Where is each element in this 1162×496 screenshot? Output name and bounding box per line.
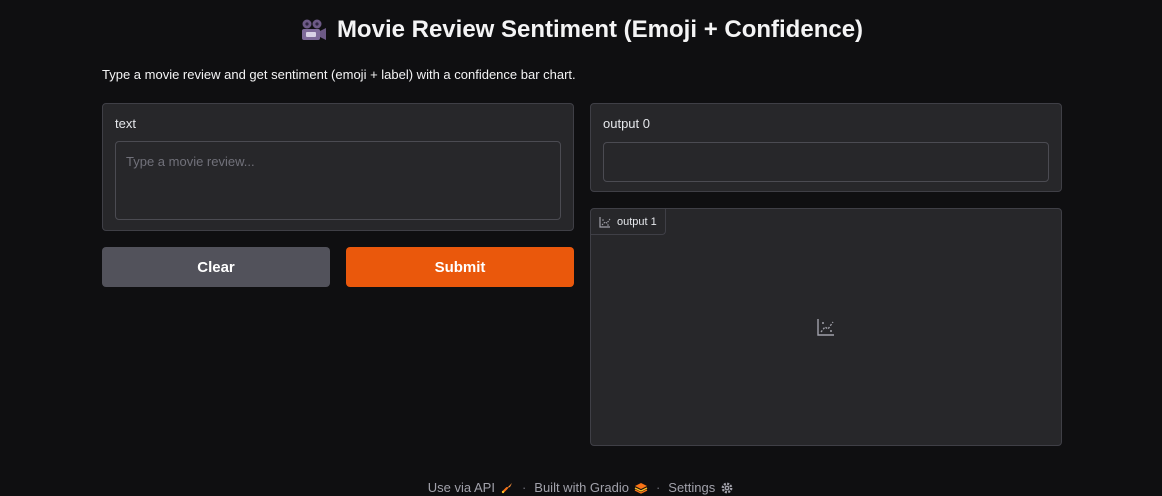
clear-button[interactable]: Clear <box>102 247 330 287</box>
app-root: Movie Review Sentiment (Emoji + Confiden… <box>0 0 1162 496</box>
footer: Use via API · Built with Gradio · Settin… <box>0 480 1162 495</box>
output-0-label: output 0 <box>603 116 650 131</box>
gear-icon <box>721 482 733 493</box>
output-0-textbox[interactable] <box>603 142 1049 182</box>
page-header: Movie Review Sentiment (Emoji + Confiden… <box>0 16 1162 44</box>
page-description: Type a movie review and get sentiment (e… <box>102 67 576 82</box>
review-textarea[interactable]: Type a movie review... <box>115 141 561 220</box>
submit-button[interactable]: Submit <box>346 247 574 287</box>
footer-separator: · <box>521 480 527 495</box>
built-with-gradio-link[interactable]: Built with Gradio <box>534 480 648 495</box>
use-via-api-label: Use via API <box>427 480 495 495</box>
output-1-label-tab: output 1 <box>591 209 666 235</box>
output-1-plot-panel: output 1 <box>590 208 1062 446</box>
page-title: Movie Review Sentiment (Emoji + Confiden… <box>336 16 864 43</box>
gradio-logo-icon <box>634 482 648 494</box>
rocket-icon <box>501 482 512 493</box>
chart-icon <box>599 216 611 228</box>
output-0-panel: output 0 <box>590 103 1062 192</box>
settings-link[interactable]: Settings <box>668 480 734 495</box>
output-1-label: output 1 <box>617 215 657 228</box>
settings-label: Settings <box>668 480 716 495</box>
movie-camera-icon <box>299 18 327 42</box>
text-input-label: text <box>115 116 136 131</box>
use-via-api-link[interactable]: Use via API <box>428 480 514 495</box>
built-with-gradio-label: Built with Gradio <box>534 480 629 495</box>
empty-plot-icon <box>817 318 835 336</box>
text-input-panel: text Type a movie review... <box>102 103 574 231</box>
footer-separator: · <box>655 480 661 495</box>
